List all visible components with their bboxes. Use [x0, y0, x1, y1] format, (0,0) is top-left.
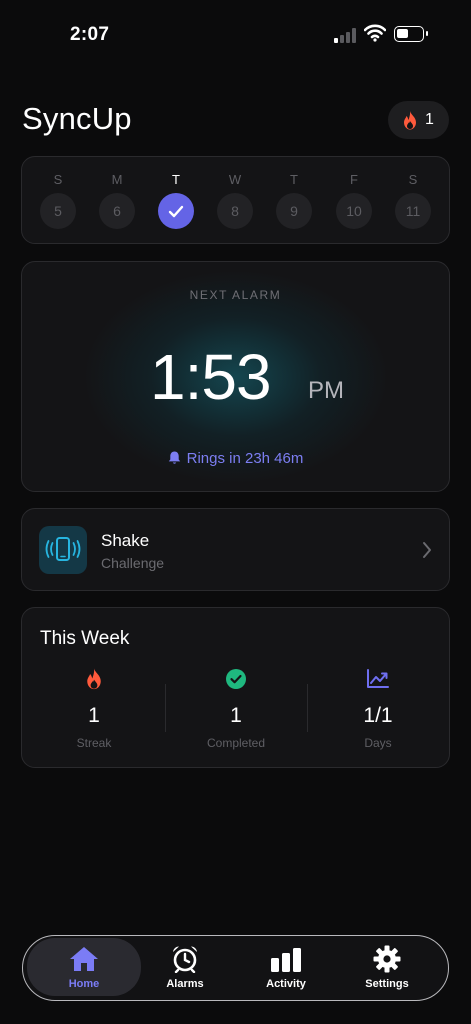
- bar-chart-icon: [271, 948, 301, 972]
- battery-icon: [394, 26, 428, 42]
- rings-in-row: Rings in 23h 46m: [22, 450, 449, 467]
- flame-icon: [404, 111, 416, 130]
- tab-home[interactable]: Home: [27, 938, 141, 996]
- checkmark-icon: [168, 205, 184, 217]
- tab-settings[interactable]: Settings: [337, 936, 437, 999]
- alarm-clock-icon: [173, 946, 197, 973]
- day-letter: S: [408, 172, 418, 187]
- bell-icon: [168, 451, 180, 464]
- cellular-signal-icon: [334, 27, 358, 43]
- stat-value: 1: [88, 704, 100, 727]
- challenge-title: Shake: [101, 531, 150, 550]
- streak-badge[interactable]: 1: [388, 101, 449, 139]
- tab-label: Alarms: [166, 978, 204, 990]
- day-letter: W: [228, 172, 242, 187]
- chevron-right-icon: [423, 542, 431, 558]
- tab-activity[interactable]: Activity: [236, 936, 336, 999]
- alarm-ampm: PM: [308, 377, 344, 404]
- day-date: 5: [40, 193, 76, 229]
- next-alarm-label: NEXT ALARM: [189, 288, 282, 302]
- stat-completed: 1 Completed: [166, 666, 306, 750]
- flame-icon: [87, 668, 101, 690]
- day-date: 9: [276, 193, 312, 229]
- wifi-icon: [364, 24, 386, 42]
- check-circle-icon: [226, 669, 246, 689]
- stat-days: 1/1 Days: [308, 666, 448, 750]
- next-alarm-card[interactable]: NEXT ALARM 1:53 PM Rings in 23h 46m: [21, 261, 450, 492]
- tab-label: Home: [68, 978, 100, 990]
- shake-phone-icon: [45, 537, 81, 561]
- app-title: SyncUp: [22, 101, 132, 136]
- streak-count: 1: [425, 111, 434, 128]
- day-letter: T: [172, 172, 180, 187]
- alarm-time: 1:53: [150, 341, 272, 413]
- stat-streak: 1 Streak: [24, 666, 164, 750]
- day-letter: S: [53, 172, 63, 187]
- home-icon: [70, 947, 98, 971]
- stat-value: 1/1: [363, 704, 393, 727]
- week-selector: S 5 M 6 T W 8 T 9 F 10 S 11: [21, 156, 450, 244]
- tab-alarms[interactable]: Alarms: [135, 936, 235, 999]
- day-date: 8: [217, 193, 253, 229]
- day-letter: T: [290, 172, 298, 187]
- this-week-title: This Week: [40, 628, 130, 649]
- rings-in-text: Rings in 23h 46m: [186, 450, 304, 467]
- challenge-row[interactable]: Shake Challenge: [21, 508, 450, 591]
- stat-label: Days: [364, 736, 392, 750]
- tab-label: Activity: [266, 978, 306, 990]
- stat-label: Completed: [206, 736, 266, 750]
- tab-label: Settings: [365, 978, 409, 990]
- status-bar: 2:07: [0, 0, 471, 70]
- tab-bar: Home Alarms Activity Settings: [22, 935, 449, 1001]
- gear-icon: [373, 945, 401, 973]
- stat-label: Streak: [76, 736, 112, 750]
- stat-value: 1: [230, 704, 242, 727]
- this-week-card: This Week 1 Streak 1 Completed 1/1 Days: [21, 607, 450, 768]
- day-date: 6: [99, 193, 135, 229]
- trend-chart-icon: [367, 669, 389, 688]
- status-time: 2:07: [70, 24, 110, 45]
- challenge-subtitle: Challenge: [101, 555, 165, 571]
- day-letter: F: [350, 172, 358, 187]
- day-date: 10: [336, 193, 372, 229]
- day-date: 11: [395, 193, 431, 229]
- day-letter: M: [111, 172, 123, 187]
